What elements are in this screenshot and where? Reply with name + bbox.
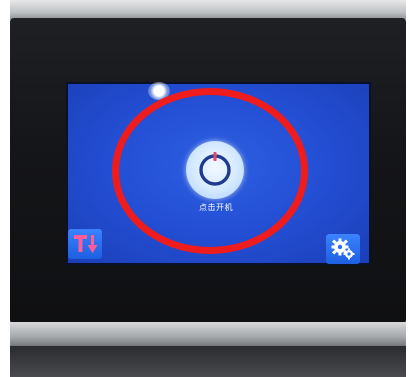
device-bottom-rim xyxy=(10,322,406,348)
temperature-down-button[interactable] xyxy=(68,229,102,259)
device-photo: 点击开机 xyxy=(0,0,410,377)
red-annotation-circle xyxy=(112,88,308,254)
settings-gears-icon xyxy=(331,238,355,260)
device-top-rim xyxy=(10,0,406,20)
temperature-down-icon xyxy=(74,235,98,253)
device-lower-body xyxy=(10,346,406,377)
settings-button[interactable] xyxy=(326,234,360,264)
